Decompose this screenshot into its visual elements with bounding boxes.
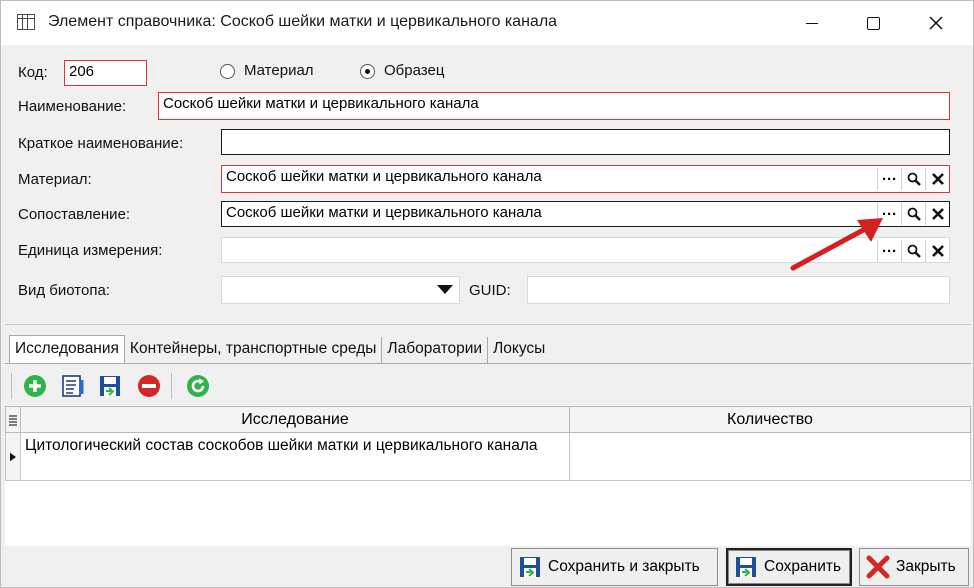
save-button[interactable]: Сохранить [726,548,852,586]
clear-icon [931,173,944,185]
short-name-field[interactable] [221,129,950,155]
unit-label: Единица измерения: [18,242,163,259]
toolbar-separator [171,373,172,399]
table-icon [17,14,35,30]
table-cell-quantity[interactable] [569,433,971,481]
close-icon [866,555,890,579]
close-button[interactable]: Закрыть [859,548,969,586]
search-icon [907,172,921,186]
minimize-icon [806,22,818,24]
name-label: Наименование: [18,98,127,115]
guid-label: GUID: [469,282,511,299]
save-icon [100,376,120,396]
add-button[interactable] [22,373,48,399]
biotope-select[interactable] [221,276,460,304]
refresh-icon [187,375,209,397]
mapping-search-button[interactable] [901,203,925,225]
add-icon [24,375,46,397]
name-field[interactable]: Соскоб шейки матки и цервикального канал… [158,92,950,120]
edit-button[interactable] [60,373,86,399]
save-and-close-label: Сохранить и закрыть [548,558,700,575]
guid-field[interactable] [527,276,950,304]
radio-sample-label: Образец [384,62,445,79]
save-and-close-button[interactable]: Сохранить и закрыть [511,548,718,586]
dropdown-arrow-icon[interactable] [437,285,453,294]
edit-icon [62,375,84,397]
material-clear-button[interactable] [925,168,949,190]
mapping-clear-button[interactable] [925,203,949,225]
material-field[interactable]: Соскоб шейки матки и цервикального канал… [221,165,950,193]
grid-toolbar [5,364,971,406]
radio-material[interactable] [220,64,235,79]
delete-button[interactable] [136,373,162,399]
material-value: Соскоб шейки матки и цервикального канал… [226,168,542,185]
maximize-icon [866,16,880,30]
toolbar-separator [11,373,12,399]
clear-icon [931,208,944,220]
title-bar: Элемент справочника: Соскоб шейки матки … [1,1,973,45]
current-row-icon [10,452,16,461]
radio-sample[interactable] [360,64,375,79]
clear-icon [931,245,944,257]
dialog-window: Элемент справочника: Соскоб шейки матки … [0,0,974,588]
window-title: Элемент справочника: Соскоб шейки матки … [48,13,558,30]
material-label: Материал: [18,171,92,188]
mapping-value: Соскоб шейки матки и цервикального канал… [226,204,542,221]
save-icon [736,557,756,577]
code-field[interactable]: 206 [64,60,147,86]
delete-icon [138,375,160,397]
column-header-quantity[interactable]: Количество [569,406,971,433]
row-indicator[interactable] [5,433,21,481]
close-label: Закрыть [896,558,956,575]
radio-material-label: Материал [244,62,314,79]
code-label: Код: [18,64,48,81]
tab-containers[interactable]: Контейнеры, транспортные среды [125,337,383,363]
material-buttons: ··· [877,168,949,190]
column-chooser-icon [9,414,17,426]
column-header-study[interactable]: Исследование [20,406,570,433]
search-icon [907,244,921,258]
annotation-arrow [790,218,883,271]
mapping-label: Сопоставление: [18,206,131,223]
tab-laboratories[interactable]: Лаборатории [382,337,489,363]
search-icon [907,207,921,221]
material-search-button[interactable] [901,168,925,190]
save-label: Сохранить [764,558,842,575]
save-record-button[interactable] [97,373,123,399]
row-selector-header[interactable] [5,406,21,433]
short-name-label: Краткое наименование: [18,135,184,152]
studies-grid: Исследование Количество Цитологический с… [5,406,971,546]
close-icon [929,16,943,30]
unit-search-button[interactable] [901,240,925,262]
close-window-button[interactable] [906,1,966,45]
separator [5,324,971,325]
save-icon [520,557,540,577]
minimize-button[interactable] [782,1,842,45]
unit-clear-button[interactable] [925,240,949,262]
biotope-label: Вид биотопа: [18,282,110,299]
tab-studies[interactable]: Исследования [9,335,125,363]
tab-bar: Исследования Контейнеры, транспортные ср… [9,335,550,363]
table-cell-study[interactable]: Цитологический состав соскобов шейки мат… [20,433,570,481]
tab-loci[interactable]: Локусы [488,337,550,363]
refresh-button[interactable] [185,373,211,399]
maximize-button[interactable] [843,1,903,45]
material-select-button[interactable]: ··· [877,168,901,190]
